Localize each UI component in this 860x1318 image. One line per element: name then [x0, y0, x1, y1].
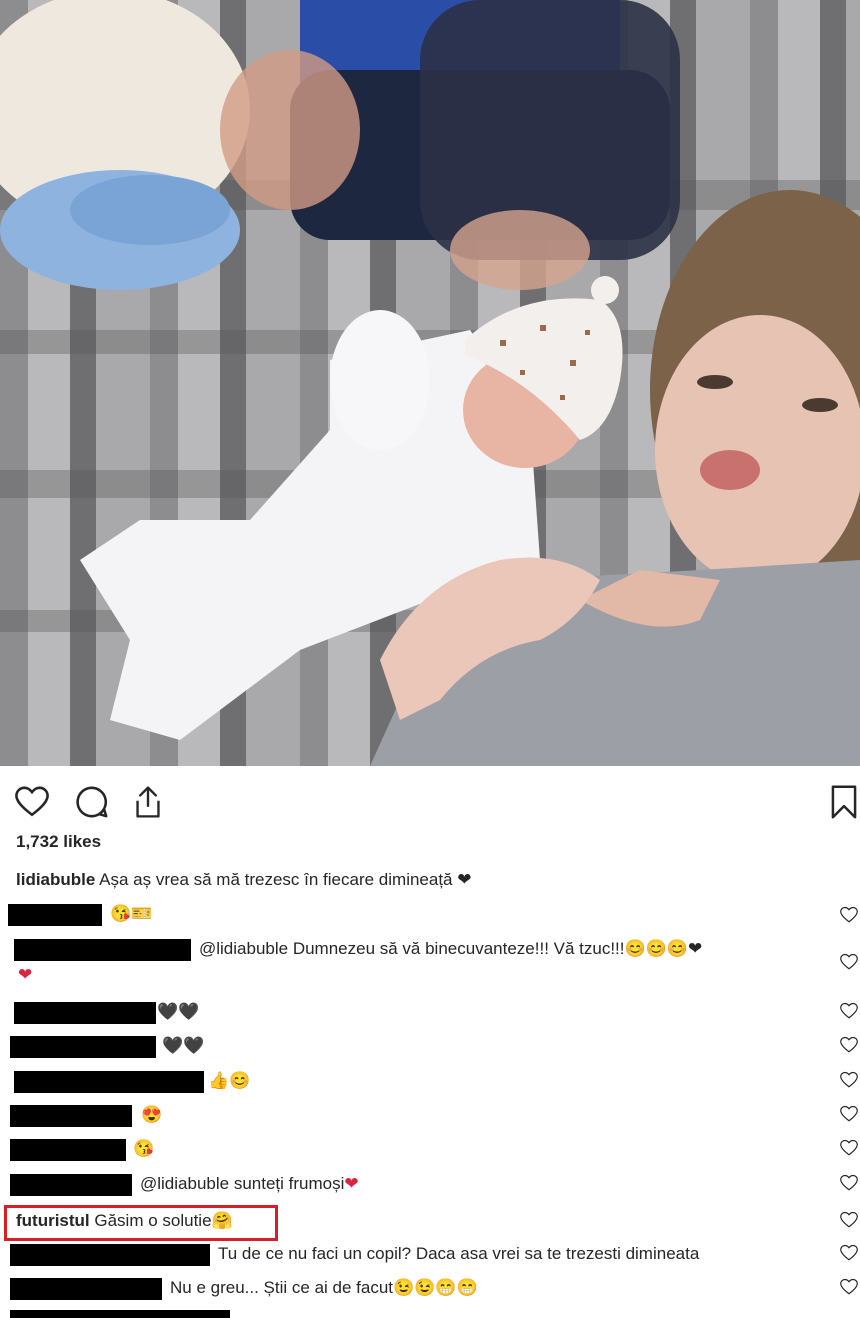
comment-item: @lidiabuble Dumnezeu să vă binecuvanteze…	[0, 937, 860, 989]
post-photo[interactable]	[0, 0, 860, 766]
small-heart-outline-icon[interactable]	[840, 1139, 858, 1157]
comment-item: 🖤🖤	[0, 1034, 860, 1060]
comment-emoji: 😊😊😊❤	[624, 939, 703, 958]
comment-text: @lidiabuble Dumnezeu să vă binecuvanteze…	[199, 939, 702, 959]
comment-emoji: 😘🎫	[110, 904, 153, 923]
comment-item: 😘🎫	[0, 902, 860, 928]
comment-bubble-icon[interactable]	[72, 782, 112, 822]
comment-emoji: 🖤🖤	[157, 1002, 200, 1021]
comment-text: futuristul Găsim o solutie🤗	[16, 1211, 233, 1231]
small-heart-outline-icon[interactable]	[840, 906, 858, 924]
caption-username[interactable]: lidiabuble	[16, 870, 95, 889]
comment-emoji: 😍	[141, 1105, 163, 1124]
comment-item: Nu e greu... Știi ce ai de facut😉😉😁😁	[0, 1276, 860, 1302]
comment-item-partial	[0, 1310, 860, 1318]
comment-emoji: 😘	[133, 1139, 155, 1158]
comment-item: 😍	[0, 1103, 860, 1129]
comment-emoji-continued: ❤	[18, 965, 33, 984]
photo-illustration	[0, 0, 860, 766]
comment-emoji: ❤	[344, 1174, 359, 1193]
small-heart-outline-icon[interactable]	[840, 1002, 858, 1020]
redacted-username	[14, 1071, 204, 1093]
comment-item: 👍😊	[0, 1069, 860, 1095]
redacted-username	[10, 1278, 162, 1300]
caption-text: Așa aș vrea să mă trezesc în fiecare dim…	[95, 870, 472, 889]
comment-emoji: 😉😉😁😁	[393, 1278, 478, 1297]
share-icon[interactable]	[128, 782, 168, 822]
redacted-username	[14, 939, 191, 961]
comment-body: Găsim o solutie	[89, 1211, 212, 1230]
comment-text: @lidiabuble sunteți frumoși❤	[140, 1174, 359, 1194]
redacted-username	[10, 1139, 126, 1161]
comment-username[interactable]: futuristul	[16, 1211, 90, 1230]
small-heart-outline-icon[interactable]	[840, 1105, 858, 1123]
comment-emoji: 👍😊	[208, 1071, 251, 1090]
comment-item: 🖤🖤	[0, 1000, 860, 1026]
comment-item: Tu de ce nu faci un copil? Daca asa vrei…	[0, 1242, 860, 1268]
small-heart-outline-icon[interactable]	[840, 953, 858, 971]
redacted-username	[10, 1310, 230, 1318]
comment-item: 😘	[0, 1137, 860, 1163]
redacted-username	[8, 904, 102, 926]
small-heart-outline-icon[interactable]	[840, 1071, 858, 1089]
small-heart-outline-icon[interactable]	[840, 1174, 858, 1192]
small-heart-outline-icon[interactable]	[840, 1036, 858, 1054]
comment-emoji: 🤗	[211, 1211, 233, 1230]
comment-text: Tu de ce nu faci un copil? Daca asa vrei…	[218, 1244, 700, 1263]
small-heart-outline-icon[interactable]	[840, 1244, 858, 1262]
comment-item: @lidiabuble sunteți frumoși❤	[0, 1172, 860, 1198]
comment-emoji: 🖤🖤	[162, 1036, 205, 1055]
redacted-username	[10, 1244, 210, 1266]
bookmark-icon[interactable]	[824, 782, 860, 822]
redacted-username	[10, 1036, 156, 1058]
comment-item-highlighted: futuristul Găsim o solutie🤗	[0, 1209, 860, 1235]
likes-count[interactable]: 1,732 likes	[16, 832, 101, 852]
comment-text: Nu e greu... Știi ce ai de facut😉😉😁😁	[170, 1278, 478, 1298]
redacted-username	[10, 1105, 132, 1127]
comment-body: @lidiabuble sunteți frumoși	[140, 1174, 345, 1193]
heart-outline-icon[interactable]	[12, 782, 52, 822]
comment-body: @lidiabuble Dumnezeu să vă binecuvanteze…	[199, 939, 625, 958]
small-heart-outline-icon[interactable]	[840, 1278, 858, 1296]
post-caption: lidiabuble Așa aș vrea să mă trezesc în …	[16, 870, 471, 890]
redacted-username	[14, 1002, 156, 1024]
post-action-bar	[0, 778, 860, 826]
comment-body: Nu e greu... Știi ce ai de facut	[170, 1278, 394, 1297]
small-heart-outline-icon[interactable]	[840, 1211, 858, 1229]
redacted-username	[10, 1174, 132, 1196]
